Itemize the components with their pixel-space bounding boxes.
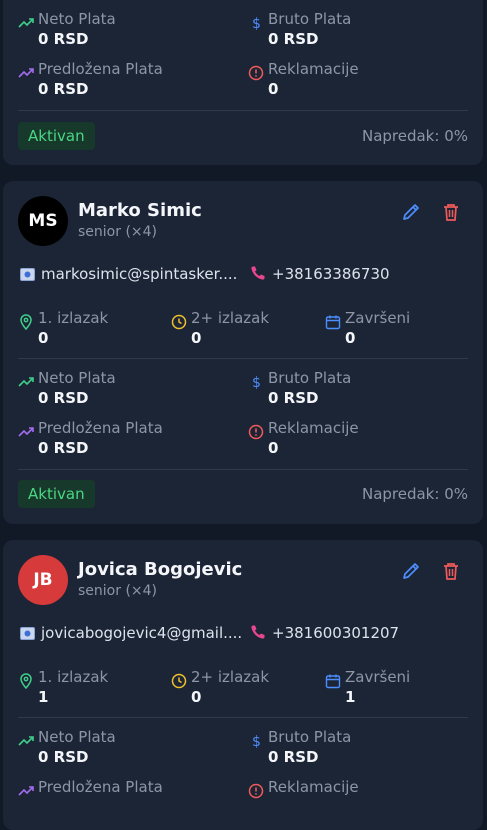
- stat-label: Reklamacije: [268, 778, 359, 796]
- dollar-icon: $: [252, 375, 261, 390]
- worker-card: Neto Plata 0 RSD $ Bruto Plata 0 RSD Pre…: [3, 0, 483, 165]
- stat-label: Završeni: [345, 309, 411, 327]
- email-link[interactable]: jovicabogojevic4@gmail....: [20, 624, 242, 642]
- alert-circle-icon: [248, 65, 264, 81]
- stat-label: 1. izlazak: [38, 309, 109, 327]
- stat-value: 0 RSD: [38, 439, 89, 457]
- clock-icon: [171, 673, 187, 689]
- stat-value: 0 RSD: [38, 30, 89, 48]
- stat-value: 0 RSD: [38, 80, 89, 98]
- divider: [18, 717, 468, 718]
- divider: [18, 469, 468, 470]
- divider: [18, 358, 468, 359]
- phone-link[interactable]: +38163386730: [250, 265, 390, 283]
- alert-circle-icon: [248, 424, 264, 440]
- calendar-icon: [325, 674, 341, 689]
- email-link[interactable]: markosimic@spintasker....: [20, 265, 237, 283]
- trending-up-icon: [18, 736, 34, 746]
- stat-label: 2+ izlazak: [191, 668, 270, 686]
- pencil-icon[interactable]: [400, 201, 422, 223]
- worker-name: Marko Simic: [78, 200, 202, 221]
- phone-text: +38163386730: [272, 265, 390, 283]
- stat-label: Reklamacije: [268, 419, 359, 437]
- phone-icon: [251, 625, 265, 639]
- stat-label: Neto Plata: [38, 10, 116, 28]
- stat-value: 0: [191, 329, 202, 347]
- divider: [18, 110, 468, 111]
- stat-value: 0 RSD: [268, 748, 319, 766]
- alert-circle-icon: [248, 783, 264, 799]
- worker-role: senior (×4): [78, 224, 158, 240]
- dollar-icon: $: [252, 734, 261, 749]
- trending-up-icon: [18, 427, 34, 437]
- status-badge: Aktivan: [18, 480, 95, 508]
- worker-role: senior (×4): [78, 583, 158, 599]
- map-pin-icon: [20, 314, 32, 330]
- worker-card: MS Marko Simic senior (×4) markosimic@sp…: [3, 181, 483, 524]
- stat-value: 0 RSD: [268, 30, 319, 48]
- avatar: MS: [18, 196, 68, 246]
- stat-label: Neto Plata: [38, 369, 116, 387]
- stat-label: Neto Plata: [38, 728, 116, 746]
- stat-value: 1: [38, 688, 49, 706]
- stat-value: 0 RSD: [38, 748, 89, 766]
- worker-card: JB Jovica Bogojevic senior (×4) jovicabo…: [3, 540, 483, 830]
- svg-text:$: $: [252, 375, 261, 390]
- email-text: jovicabogojevic4@gmail....: [41, 624, 243, 642]
- pencil-icon[interactable]: [400, 560, 422, 582]
- stat-label: Bruto Plata: [268, 728, 352, 746]
- trending-up-icon: [18, 18, 34, 28]
- stat-value: 0: [38, 329, 49, 347]
- worker-name: Jovica Bogojevic: [78, 559, 243, 580]
- stat-label: Reklamacije: [268, 60, 359, 78]
- stat-value: 0: [191, 688, 202, 706]
- stat-label: Završeni: [345, 668, 411, 686]
- stat-value: 0 RSD: [38, 389, 89, 407]
- progress-text: Napredak: 0%: [361, 127, 468, 145]
- trash-icon[interactable]: [440, 560, 462, 582]
- svg-text:$: $: [252, 16, 261, 31]
- calendar-icon: [325, 315, 341, 330]
- stat-value: 0 RSD: [268, 389, 319, 407]
- status-badge: Aktivan: [18, 122, 95, 150]
- stat-value: 0: [345, 329, 356, 347]
- phone-icon: [251, 266, 265, 280]
- email-icon: [20, 268, 35, 281]
- dollar-icon: $: [252, 16, 261, 31]
- stat-label: Bruto Plata: [268, 10, 352, 28]
- trash-icon[interactable]: [440, 201, 462, 223]
- email-icon: [20, 627, 35, 640]
- stat-label: 2+ izlazak: [191, 309, 270, 327]
- phone-link[interactable]: +381600301207: [250, 624, 399, 642]
- stat-label: Bruto Plata: [268, 369, 352, 387]
- stat-label: 1. izlazak: [38, 668, 109, 686]
- trending-up-icon: [18, 377, 34, 387]
- phone-text: +381600301207: [272, 624, 400, 642]
- stat-value: 1: [345, 688, 356, 706]
- svg-text:$: $: [252, 734, 261, 749]
- trending-up-icon: [18, 68, 34, 78]
- clock-icon: [171, 314, 187, 330]
- stat-label: Predložena Plata: [38, 60, 163, 78]
- stat-value: 0: [268, 80, 279, 98]
- email-text: markosimic@spintasker....: [41, 265, 238, 283]
- stat-value: 0: [268, 439, 279, 457]
- avatar: JB: [18, 555, 68, 605]
- trending-up-icon: [18, 786, 34, 796]
- map-pin-icon: [20, 673, 32, 689]
- stat-label: Predložena Plata: [38, 419, 163, 437]
- progress-text: Napredak: 0%: [361, 485, 468, 503]
- stat-label: Predložena Plata: [38, 778, 163, 796]
